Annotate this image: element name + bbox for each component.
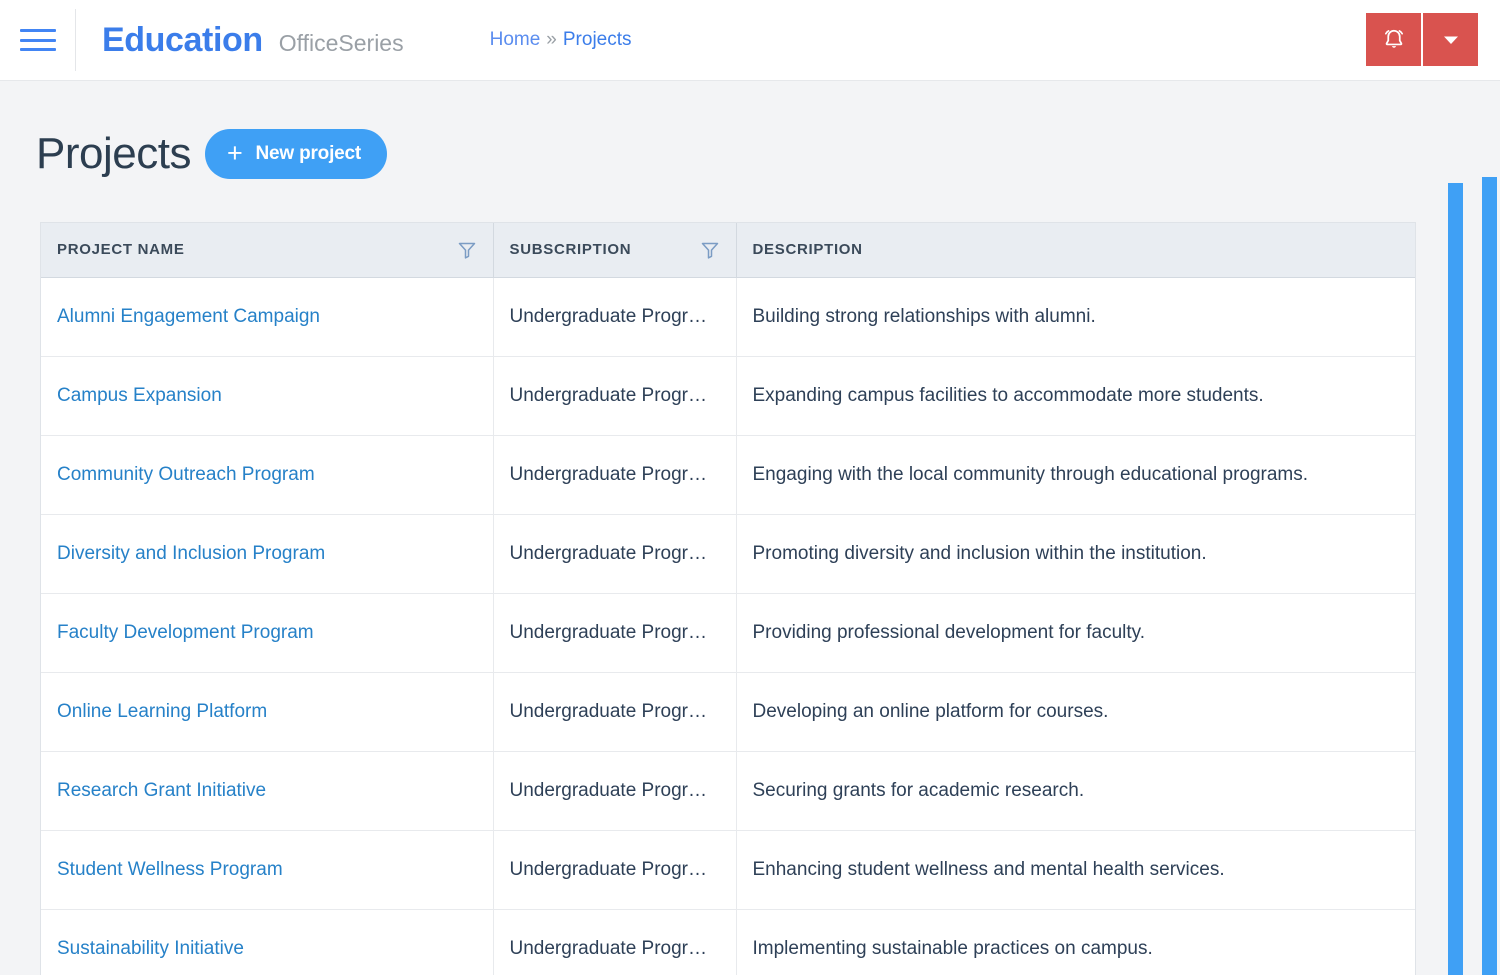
column-header-label: SUBSCRIPTION: [509, 241, 632, 259]
column-header-description[interactable]: DESCRIPTION: [736, 223, 1415, 278]
cell-project-name: Student Wellness Program: [41, 830, 494, 910]
table-head: PROJECT NAME SUBSCRIPTION DESCRIPTION: [41, 223, 1415, 278]
table-row: Diversity and Inclusion Program Undergrad…: [41, 514, 1415, 594]
project-name-link[interactable]: Alumni Engagement Campaign: [57, 306, 320, 327]
cell-project-name: Research Grant Initiative: [41, 751, 494, 831]
cell-description: Developing an online platform for course…: [736, 672, 1415, 752]
cell-project-name: Diversity and Inclusion Program: [41, 514, 494, 594]
project-name-link[interactable]: Online Learning Platform: [57, 701, 267, 722]
cell-description: Enhancing student wellness and mental he…: [736, 830, 1415, 910]
chevron-down-icon: [1443, 36, 1458, 44]
column-header-label: PROJECT NAME: [57, 241, 185, 259]
cell-subscription: Undergraduate Progr…: [493, 909, 737, 975]
account-dropdown-button[interactable]: [1423, 13, 1478, 66]
table-body: Alumni Engagement Campaign Undergraduate …: [41, 277, 1415, 975]
project-name-link[interactable]: Student Wellness Program: [57, 859, 283, 880]
brand: Education OfficeSeries: [76, 21, 404, 60]
project-name-link[interactable]: Diversity and Inclusion Program: [57, 543, 325, 564]
table-row: Alumni Engagement Campaign Undergraduate …: [41, 277, 1415, 357]
table-row: Online Learning Platform Undergraduate Pr…: [41, 672, 1415, 752]
page-content: Projects + New project PROJECT NAME SUBS…: [0, 81, 1500, 975]
cell-project-name: Alumni Engagement Campaign: [41, 277, 494, 357]
table-row: Research Grant Initiative Undergraduate P…: [41, 751, 1415, 831]
project-name-link[interactable]: Campus Expansion: [57, 385, 222, 406]
top-bar: Education OfficeSeries Home » Projects: [0, 0, 1500, 81]
new-project-label: New project: [255, 143, 362, 164]
page-title: Projects: [36, 129, 191, 178]
breadcrumb-item-projects[interactable]: Projects: [563, 29, 632, 51]
projects-table-container: PROJECT NAME SUBSCRIPTION DESCRIPTION Al…: [40, 222, 1416, 975]
brand-title: Education: [102, 20, 263, 59]
projects-table: PROJECT NAME SUBSCRIPTION DESCRIPTION Al…: [41, 223, 1415, 975]
cell-project-name: Faculty Development Program: [41, 593, 494, 673]
page-scrollbar-thumb[interactable]: [1482, 177, 1497, 975]
cell-project-name: Sustainability Initiative: [41, 909, 494, 975]
project-name-link[interactable]: Community Outreach Program: [57, 464, 315, 485]
hamburger-icon: [19, 29, 56, 51]
project-name-link[interactable]: Research Grant Initiative: [57, 780, 266, 801]
cell-project-name: Campus Expansion: [41, 356, 494, 436]
cell-description: Building strong relationships with alumn…: [736, 277, 1415, 357]
cell-subscription: Undergraduate Progr…: [493, 435, 737, 515]
cell-description: Promoting diversity and inclusion within…: [736, 514, 1415, 594]
column-header-project-name[interactable]: PROJECT NAME: [41, 223, 494, 278]
cell-subscription: Undergraduate Progr…: [493, 277, 737, 357]
cell-subscription: Undergraduate Progr…: [493, 593, 737, 673]
cell-project-name: Community Outreach Program: [41, 435, 494, 515]
page-header: Projects + New project: [0, 81, 1500, 179]
cell-description: Providing professional development for f…: [736, 593, 1415, 673]
alerts-button[interactable]: [1366, 13, 1421, 66]
column-header-subscription[interactable]: SUBSCRIPTION: [493, 223, 737, 278]
menu-toggle-button[interactable]: [0, 9, 76, 71]
filter-icon-subscription[interactable]: [700, 240, 720, 260]
cell-subscription: Undergraduate Progr…: [493, 672, 737, 752]
cell-project-name: Online Learning Platform: [41, 672, 494, 752]
brand-subtitle: OfficeSeries: [278, 29, 404, 56]
filter-icon-project-name[interactable]: [457, 240, 477, 260]
cell-description: Expanding campus facilities to accommoda…: [736, 356, 1415, 436]
project-name-link[interactable]: Faculty Development Program: [57, 622, 314, 643]
plus-icon: +: [226, 137, 243, 168]
cell-subscription: Undergraduate Progr…: [493, 751, 737, 831]
table-row: Faculty Development Program Undergraduate…: [41, 593, 1415, 673]
cell-subscription: Undergraduate Progr…: [493, 514, 737, 594]
breadcrumb-separator-icon: »: [546, 29, 557, 50]
bell-alarm-icon: [1384, 29, 1403, 48]
project-name-link[interactable]: Sustainability Initiative: [57, 938, 244, 959]
breadcrumb-item-home[interactable]: Home: [490, 29, 541, 51]
table-row: Sustainability Initiative Undergraduate P…: [41, 909, 1415, 975]
table-row: Community Outreach Program Undergraduate …: [41, 435, 1415, 515]
breadcrumb: Home » Projects: [490, 29, 632, 51]
cell-description: Engaging with the local community throug…: [736, 435, 1415, 515]
cell-description: Securing grants for academic research.: [736, 751, 1415, 831]
topbar-actions: [1366, 13, 1478, 66]
table-header-row: PROJECT NAME SUBSCRIPTION DESCRIPTION: [41, 223, 1415, 278]
table-row: Student Wellness Program Undergraduate Pr…: [41, 830, 1415, 910]
new-project-button[interactable]: + New project: [204, 129, 388, 179]
column-header-label: DESCRIPTION: [752, 241, 863, 259]
cell-subscription: Undergraduate Progr…: [493, 356, 737, 436]
cell-subscription: Undergraduate Progr…: [493, 830, 737, 910]
table-row: Campus Expansion Undergraduate Progr… Expa…: [41, 356, 1415, 436]
inner-scrollbar-thumb[interactable]: [1448, 183, 1463, 975]
cell-description: Implementing sustainable practices on ca…: [752, 937, 1153, 959]
